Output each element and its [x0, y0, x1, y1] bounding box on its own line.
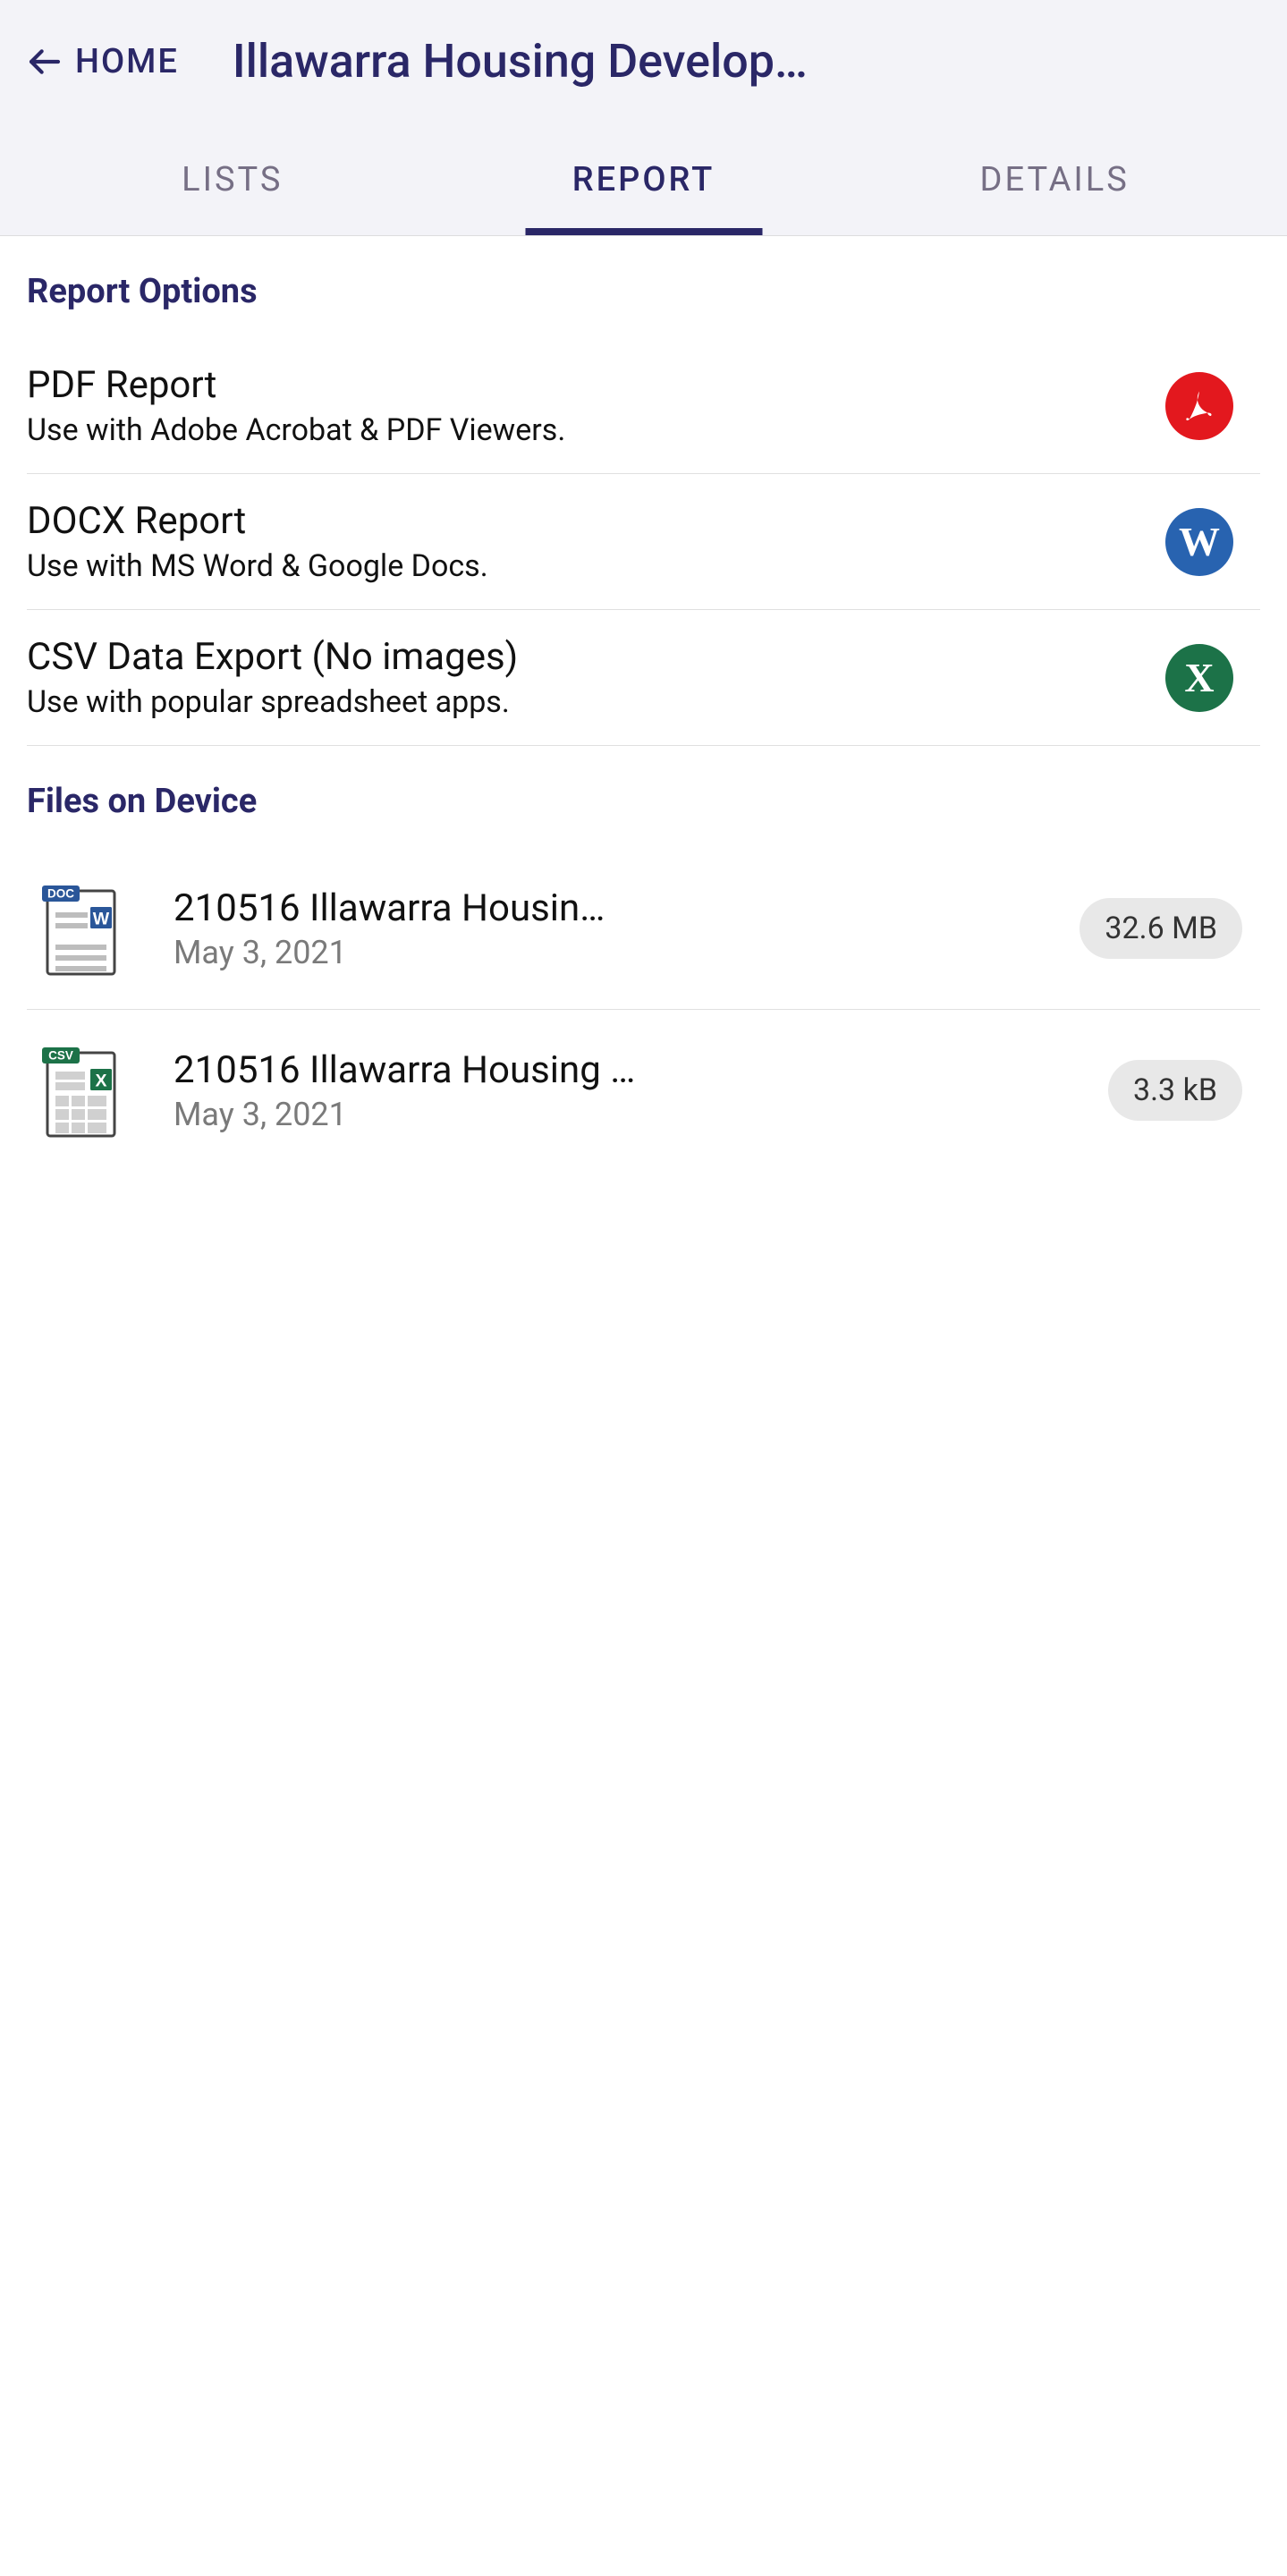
option-desc: Use with popular spreadsheet apps. — [27, 684, 1147, 720]
option-csv-export[interactable]: CSV Data Export (No images) Use with pop… — [27, 610, 1260, 746]
option-title: DOCX Report — [27, 499, 1147, 543]
tab-details[interactable]: DETAILS — [849, 133, 1260, 235]
app-header: HOME Illawarra Housing Develop… LISTS RE… — [0, 0, 1287, 236]
doc-file-icon: DOC W — [39, 879, 120, 978]
file-date: May 3, 2021 — [174, 1096, 1081, 1133]
excel-icon: X — [1165, 644, 1233, 712]
option-desc: Use with MS Word & Google Docs. — [27, 548, 1147, 584]
option-text: PDF Report Use with Adobe Acrobat & PDF … — [27, 363, 1147, 448]
file-info: 210516 Illawarra Housin… May 3, 2021 — [174, 886, 1053, 971]
tab-bar: LISTS REPORT DETAILS — [27, 133, 1260, 235]
svg-text:W: W — [93, 910, 110, 929]
option-text: DOCX Report Use with MS Word & Google Do… — [27, 499, 1147, 584]
option-text: CSV Data Export (No images) Use with pop… — [27, 635, 1147, 720]
svg-text:DOC: DOC — [47, 887, 74, 901]
file-name: 210516 Illawarra Housing … — [174, 1048, 1081, 1092]
home-label: HOME — [75, 42, 179, 81]
files-on-device-title: Files on Device — [27, 782, 1260, 821]
svg-text:CSV: CSV — [48, 1049, 73, 1063]
header-top-bar: HOME Illawarra Housing Develop… — [27, 34, 1260, 133]
option-title: PDF Report — [27, 363, 1147, 407]
file-date: May 3, 2021 — [174, 934, 1053, 971]
back-home-button[interactable]: HOME — [27, 42, 179, 81]
tab-lists[interactable]: LISTS — [27, 133, 438, 235]
files-section: Files on Device DOC W 210516 Illawarra H… — [27, 782, 1260, 1171]
option-desc: Use with Adobe Acrobat & PDF Viewers. — [27, 412, 1147, 448]
option-title: CSV Data Export (No images) — [27, 635, 1147, 679]
file-item-csv[interactable]: CSV X 210516 Illawarra Housing — [27, 1010, 1260, 1171]
file-size-badge[interactable]: 3.3 kB — [1108, 1060, 1242, 1121]
tab-report[interactable]: REPORT — [438, 133, 850, 235]
pdf-icon — [1165, 372, 1233, 440]
file-item-doc[interactable]: DOC W 210516 Illawarra Housin… May 3, 20… — [27, 848, 1260, 1010]
svg-text:X: X — [95, 1072, 106, 1091]
csv-file-icon: CSV X — [39, 1041, 120, 1140]
word-icon: W — [1165, 508, 1233, 576]
page-title: Illawarra Housing Develop… — [233, 34, 1260, 89]
report-options-title: Report Options — [27, 272, 1260, 311]
file-name: 210516 Illawarra Housin… — [174, 886, 1053, 930]
arrow-left-icon — [27, 44, 63, 80]
file-size-badge[interactable]: 32.6 MB — [1080, 898, 1242, 959]
content-area: Report Options PDF Report Use with Adobe… — [0, 236, 1287, 1171]
option-docx-report[interactable]: DOCX Report Use with MS Word & Google Do… — [27, 474, 1260, 610]
option-pdf-report[interactable]: PDF Report Use with Adobe Acrobat & PDF … — [27, 338, 1260, 474]
file-info: 210516 Illawarra Housing … May 3, 2021 — [174, 1048, 1081, 1133]
